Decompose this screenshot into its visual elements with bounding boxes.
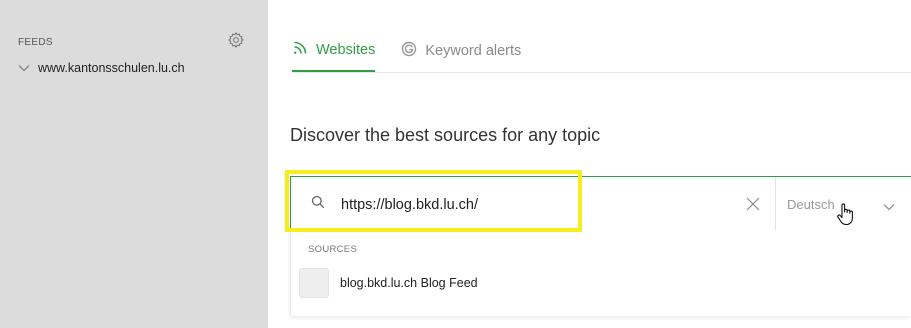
- tab-keyword-alerts[interactable]: Keyword alerts: [401, 40, 521, 72]
- sources-section-label: SOURCES: [308, 244, 358, 255]
- chevron-down-icon: [883, 199, 895, 214]
- search-input[interactable]: [339, 190, 733, 220]
- sidebar-feed-label: www.kantonsschulen.lu.ch: [38, 61, 185, 75]
- tab-websites-label: Websites: [316, 42, 376, 58]
- gear-icon[interactable]: [227, 31, 245, 49]
- search-icon: [311, 195, 325, 214]
- app-window: FEEDS www.kantonsschulen.lu.ch Websites …: [0, 0, 911, 328]
- main-panel: Websites Keyword alerts Discover the bes…: [268, 0, 911, 328]
- tab-bar: Websites Keyword alerts: [292, 40, 521, 72]
- rss-icon: [292, 40, 308, 60]
- page-heading: Discover the best sources for any topic: [290, 125, 601, 145]
- tabs-divider: [292, 72, 911, 73]
- search-results-dropdown: SOURCES blog.bkd.lu.ch Blog Feed: [290, 230, 911, 316]
- sidebar-feed-item[interactable]: www.kantonsschulen.lu.ch: [18, 61, 185, 75]
- close-icon[interactable]: [743, 194, 763, 214]
- source-result-item[interactable]: blog.bkd.lu.ch Blog Feed: [299, 268, 478, 298]
- tab-keyword-alerts-label: Keyword alerts: [425, 43, 522, 59]
- tab-websites[interactable]: Websites: [292, 40, 376, 72]
- google-icon: [401, 41, 417, 61]
- source-result-label: blog.bkd.lu.ch Blog Feed: [340, 276, 478, 290]
- chevron-down-icon: [18, 64, 30, 72]
- search-bar: Deutsch: [290, 176, 911, 232]
- language-select[interactable]: Deutsch: [787, 177, 911, 231]
- language-divider: [775, 177, 776, 231]
- sidebar: FEEDS www.kantonsschulen.lu.ch: [0, 0, 268, 328]
- language-selected-value: Deutsch: [787, 196, 835, 212]
- sidebar-header: FEEDS: [18, 37, 53, 48]
- source-thumbnail: [299, 268, 329, 298]
